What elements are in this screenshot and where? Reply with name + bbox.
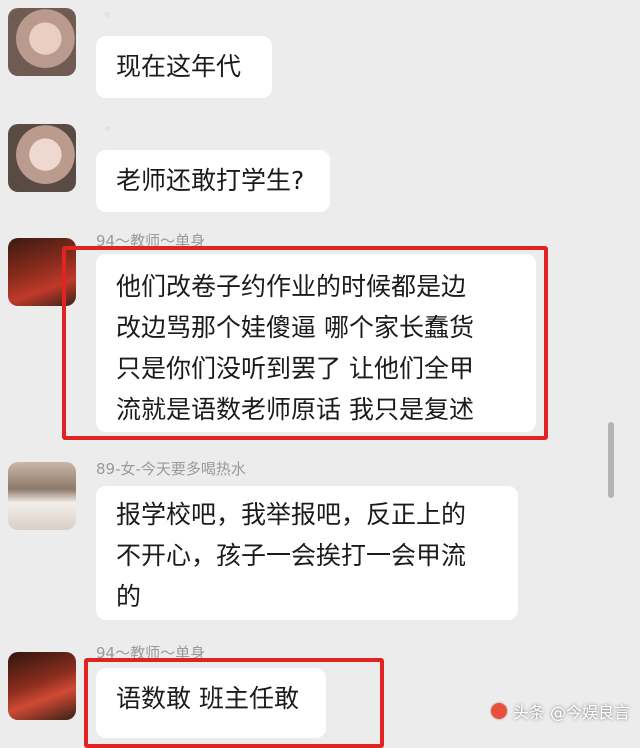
message-text: 改边骂那个娃傻逼 哪个家长蠢货 — [116, 313, 474, 342]
message-text: 的 — [116, 582, 142, 611]
sender-nickname: 94～教师～单身 — [96, 232, 206, 250]
toutiao-logo-icon — [490, 703, 507, 719]
sender-nickname: 94～教师～单身 — [96, 644, 206, 662]
message-bubble[interactable]: 他们改卷子约作业的时候都是边 改边骂那个娃傻逼 哪个家长蠢货 只是你们没听到罢了… — [96, 254, 536, 432]
message-text: 流就是语数老师原话 我只是复述 — [116, 395, 474, 424]
avatar[interactable] — [8, 462, 76, 530]
message-bubble[interactable]: 语数敢 班主任敢 — [96, 668, 326, 738]
watermark: 头条 @今娱良言 — [490, 699, 630, 723]
message-bubble[interactable]: 现在这年代 — [96, 36, 272, 98]
avatar[interactable] — [8, 652, 76, 720]
sender-nickname: 89-女-今天要多喝热水 — [96, 460, 246, 478]
blurred-mark: ◦ — [104, 8, 112, 22]
message-bubble[interactable]: 报学校吧，我举报吧，反正上的 不开心，孩子一会挨打一会甲流 的 — [96, 486, 518, 620]
scrollbar[interactable] — [608, 422, 614, 498]
message-text: 报学校吧，我举报吧，反正上的 — [116, 500, 467, 529]
message-text: 只是你们没听到罢了 让他们全甲 — [116, 354, 474, 383]
avatar[interactable] — [8, 8, 76, 76]
message-text: 他们改卷子约作业的时候都是边 — [116, 272, 467, 301]
message-text: 现在这年代 — [116, 52, 242, 81]
message-text: 老师还敢打学生? — [116, 166, 305, 195]
avatar[interactable] — [8, 238, 76, 306]
watermark-text: 头条 @今娱良言 — [512, 703, 630, 722]
avatar[interactable] — [8, 124, 76, 192]
blurred-mark: ◦ — [104, 122, 112, 136]
message-text: 语数敢 班主任敢 — [116, 684, 299, 713]
message-bubble[interactable]: 老师还敢打学生? — [96, 150, 330, 212]
message-text: 不开心，孩子一会挨打一会甲流 — [116, 541, 467, 570]
